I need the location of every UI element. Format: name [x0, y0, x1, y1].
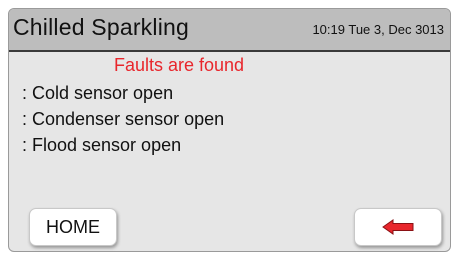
fault-headline: Faults are found	[113, 55, 245, 75]
fault-item-cold-sensor: : Cold sensor open	[22, 83, 174, 103]
left-arrow-icon	[382, 219, 414, 235]
fault-screen: Chilled Sparkling 10:19 Tue 3, Dec 3013 …	[8, 8, 451, 252]
back-button[interactable]	[354, 208, 442, 246]
header-bar: Chilled Sparkling 10:19 Tue 3, Dec 3013	[9, 9, 450, 52]
fault-list: : Cold sensor open : Condenser sensor op…	[22, 80, 224, 158]
fault-item-flood-sensor: : Flood sensor open	[22, 135, 182, 155]
page-title: Chilled Sparkling	[13, 14, 189, 40]
home-button[interactable]: HOME	[29, 208, 117, 246]
fault-item-condenser-sensor: : Condenser sensor open	[22, 109, 225, 129]
date-time-display: 10:19 Tue 3, Dec 3013	[312, 22, 444, 37]
